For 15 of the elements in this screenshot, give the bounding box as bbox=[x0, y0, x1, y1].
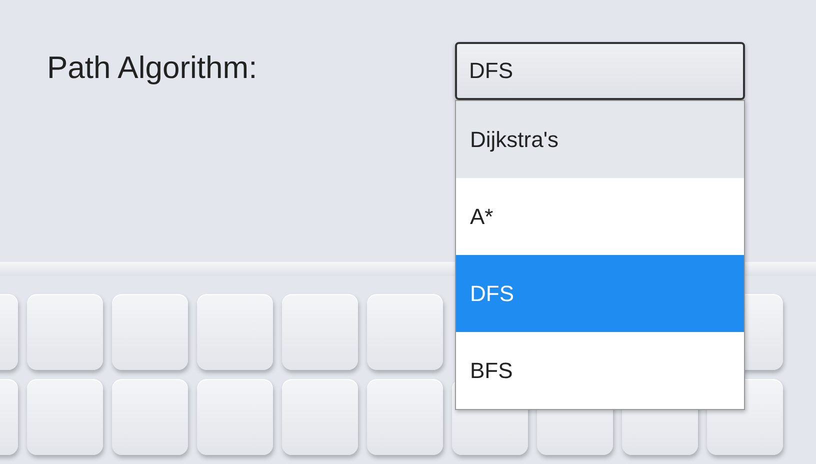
grid-tile[interactable] bbox=[197, 294, 273, 370]
grid-tile[interactable] bbox=[27, 379, 103, 455]
algorithm-select[interactable]: DFS bbox=[455, 42, 745, 100]
grid-tile[interactable] bbox=[112, 379, 188, 455]
dropdown-option[interactable]: BFS bbox=[456, 332, 744, 409]
grid-tile[interactable] bbox=[27, 294, 103, 370]
grid-tile[interactable] bbox=[282, 379, 358, 455]
grid-tile[interactable] bbox=[197, 379, 273, 455]
dropdown-option[interactable]: A* bbox=[456, 178, 744, 255]
field-label: Path Algorithm: bbox=[47, 50, 258, 86]
grid-tile[interactable] bbox=[112, 294, 188, 370]
grid-tile[interactable] bbox=[367, 294, 443, 370]
dropdown-option[interactable]: Dijkstra's bbox=[456, 101, 744, 178]
grid-tile[interactable] bbox=[367, 379, 443, 455]
grid-tile[interactable] bbox=[282, 294, 358, 370]
